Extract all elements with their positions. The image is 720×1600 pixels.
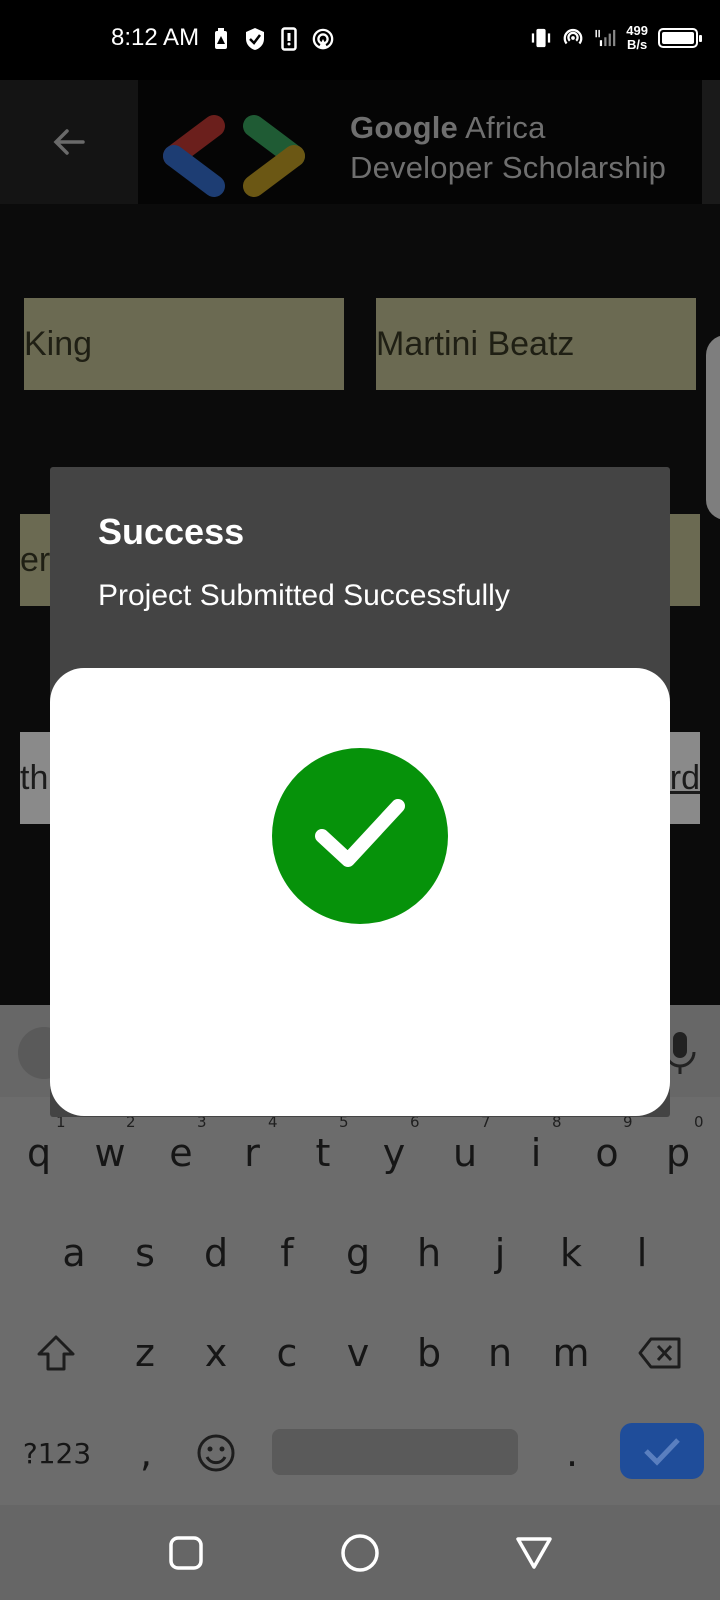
gads-banner-text: Google Africa Developer Scholarship	[350, 108, 666, 188]
net-speed-value: 499	[626, 23, 648, 38]
key-m[interactable]: m	[539, 1313, 603, 1393]
toolbar: Google Africa Developer Scholarship	[0, 80, 720, 204]
back-button[interactable]	[0, 80, 138, 204]
key-j[interactable]: j	[468, 1213, 532, 1293]
key-s[interactable]: s	[113, 1213, 177, 1293]
key-f[interactable]: f	[255, 1213, 319, 1293]
key-n[interactable]: n	[468, 1313, 532, 1393]
gads-logo-icon	[163, 115, 305, 197]
hotspot-icon	[562, 25, 584, 51]
key-b[interactable]: b	[397, 1313, 461, 1393]
banner-line1-bold: Google	[350, 110, 458, 145]
vibrate-icon	[530, 25, 552, 51]
banner-line1-rest: Africa	[457, 110, 546, 145]
status-time: 8:12 AM	[111, 24, 200, 51]
edge-panel-handle[interactable]	[706, 335, 720, 520]
dialog-message: Project Submitted Successfully	[98, 579, 510, 612]
key-d[interactable]: d	[184, 1213, 248, 1293]
backspace-key[interactable]	[628, 1313, 692, 1393]
battery-saver-icon	[210, 26, 232, 52]
success-check-icon	[272, 748, 448, 924]
navigation-bar	[0, 1505, 720, 1600]
shield-icon	[244, 26, 266, 52]
square-icon	[169, 1536, 203, 1570]
net-speed: 499 B/s	[626, 24, 648, 52]
shift-icon	[37, 1335, 75, 1371]
success-card	[50, 668, 670, 1116]
space-key[interactable]	[272, 1429, 518, 1475]
key-h[interactable]: h	[397, 1213, 461, 1293]
status-bar: 8:12 AM 499 B/s	[0, 0, 720, 80]
project-link-partial-left: th	[20, 758, 49, 797]
gads-banner: Google Africa Developer Scholarship	[138, 80, 702, 204]
key-v[interactable]: v	[326, 1313, 390, 1393]
key-g[interactable]: g	[326, 1213, 390, 1293]
circle-icon	[341, 1534, 379, 1572]
key-z[interactable]: z	[113, 1313, 177, 1393]
emoji-key[interactable]	[184, 1413, 248, 1493]
symbols-key[interactable]: ?123	[14, 1413, 100, 1493]
shift-key[interactable]	[24, 1313, 88, 1393]
last-name-value: Martini Beatz	[376, 324, 575, 363]
key-k[interactable]: k	[539, 1213, 603, 1293]
check-icon	[644, 1438, 680, 1466]
key-x[interactable]: x	[184, 1313, 248, 1393]
key-c[interactable]: c	[255, 1313, 319, 1393]
phone-icon	[278, 26, 300, 52]
recents-button[interactable]	[162, 1529, 210, 1577]
home-button[interactable]	[336, 1529, 384, 1577]
status-system-icons: 499 B/s	[530, 24, 702, 52]
arrow-back-icon	[53, 129, 85, 155]
period-key[interactable]: .	[540, 1413, 604, 1493]
net-speed-unit: B/s	[627, 37, 648, 52]
key-l[interactable]: l	[610, 1213, 674, 1293]
triangle-icon	[516, 1537, 552, 1569]
enter-key[interactable]	[620, 1423, 704, 1479]
first-name-value: King	[24, 324, 93, 363]
dialog-title: Success	[98, 511, 245, 552]
status-notification-icons	[210, 26, 334, 52]
comma-key[interactable]: ,	[114, 1413, 178, 1493]
back-nav-button[interactable]	[510, 1529, 558, 1577]
banner-line2: Developer Scholarship	[350, 150, 667, 185]
signal-icon	[594, 25, 616, 51]
battery-icon	[658, 28, 702, 48]
hotspot-icon	[312, 26, 334, 52]
last-name-field[interactable]: Martini Beatz	[376, 298, 696, 390]
project-link-partial-right: rd	[669, 758, 700, 797]
first-name-field[interactable]: King	[24, 298, 344, 390]
backspace-icon	[638, 1337, 681, 1369]
key-a[interactable]: a	[42, 1213, 106, 1293]
key-hint-0: 0	[694, 1113, 704, 1131]
emoji-icon	[197, 1434, 235, 1472]
email-value-partial: er	[20, 540, 51, 579]
